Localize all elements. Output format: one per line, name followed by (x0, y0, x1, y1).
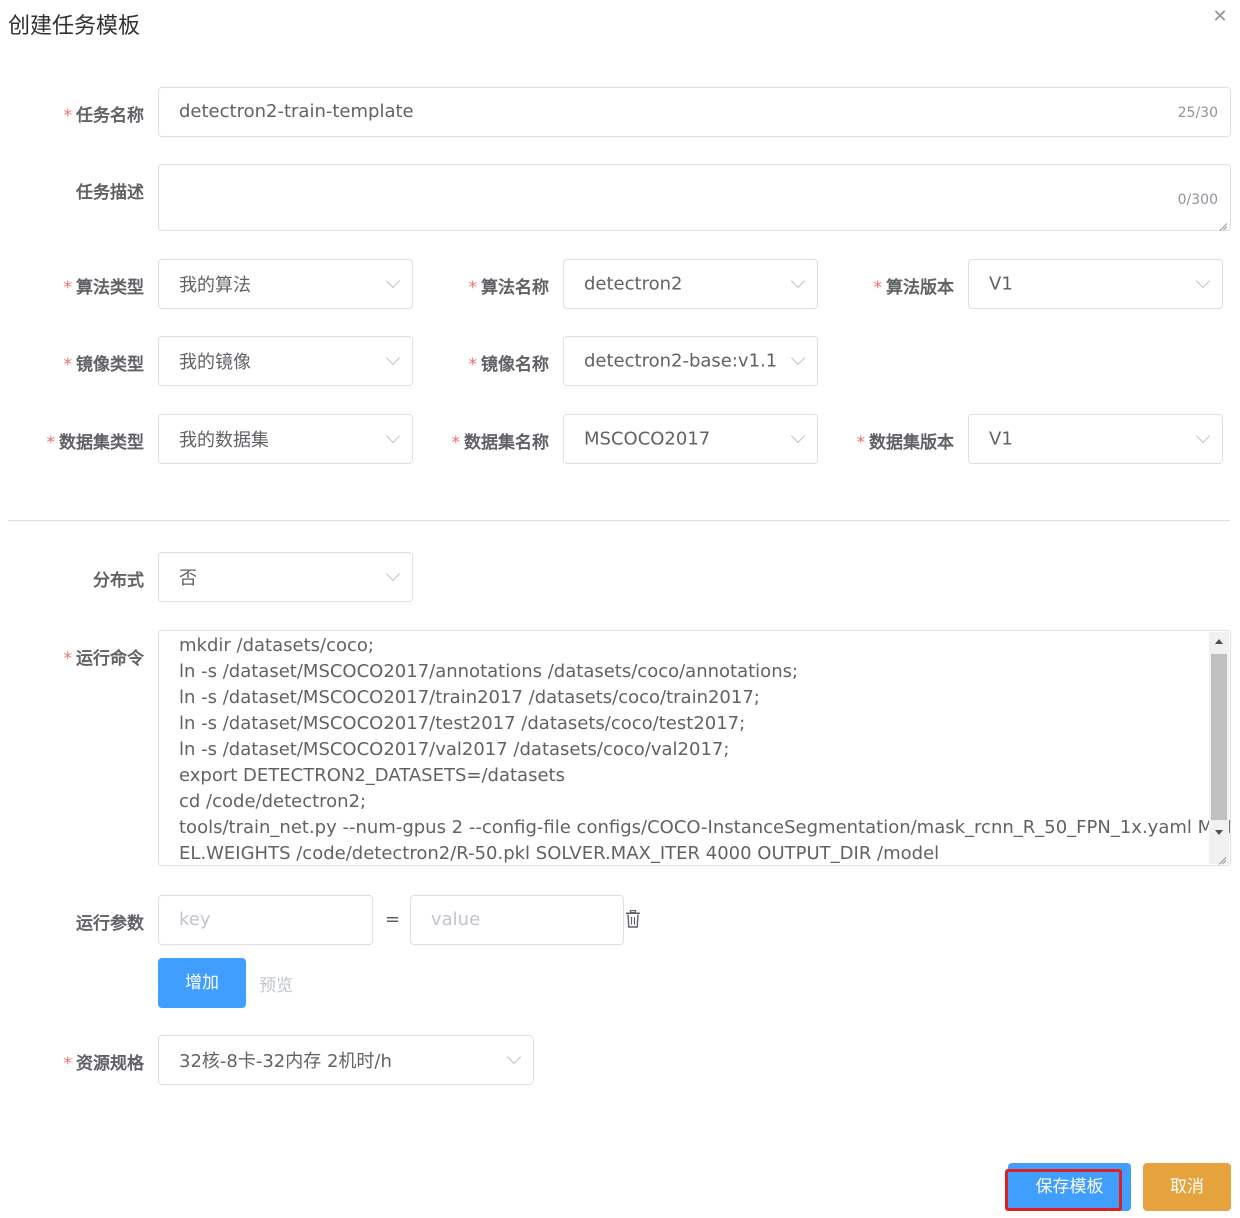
scroll-thumb[interactable] (1211, 654, 1227, 820)
task-desc-textarea[interactable]: 0/300 (158, 164, 1231, 231)
chevron-down-icon (385, 566, 401, 582)
command-line: ln -s /dataset/MSCOCO2017/val2017 /datas… (179, 739, 730, 760)
algo-version-select[interactable]: V1 (968, 259, 1223, 309)
command-line: tools/train_net.py --num-gpus 2 --config… (179, 817, 1231, 838)
chevron-down-icon (385, 428, 401, 444)
image-type-label: * 镜像类型 (63, 355, 145, 375)
preview-link[interactable]: 预览 (259, 971, 293, 996)
run-params-label: 运行参数 (76, 914, 144, 934)
algo-type-label: * 算法类型 (63, 278, 145, 298)
run-command-textarea[interactable]: mkdir /datasets/coco; ln -s /dataset/MSC… (158, 630, 1231, 866)
task-name-input[interactable]: detectron2-train-template 25/30 (158, 87, 1231, 137)
chevron-down-icon (1195, 428, 1211, 444)
command-line: mkdir /datasets/coco; (179, 635, 374, 656)
image-name-select[interactable]: detectron2-base:v1.1 (563, 336, 818, 386)
trash-icon[interactable] (625, 909, 641, 928)
algo-version-label: * 算法版本 (873, 278, 955, 298)
resize-handle[interactable] (1218, 218, 1228, 228)
chevron-down-icon (790, 273, 806, 289)
dataset-name-select[interactable]: MSCOCO2017 (563, 414, 818, 464)
run-command-label: * 运行命令 (63, 649, 145, 669)
section-divider (8, 520, 1230, 521)
dataset-version-label: * 数据集版本 (856, 433, 955, 453)
distributed-select[interactable]: 否 (158, 552, 413, 602)
dialog-title: 创建任务模板 (8, 14, 141, 39)
image-name-label: * 镜像名称 (468, 355, 550, 375)
command-line: export DETECTRON2_DATASETS=/datasets (179, 765, 565, 786)
save-template-button[interactable]: 保存模板 (1008, 1163, 1131, 1211)
image-type-select[interactable]: 我的镜像 (158, 336, 413, 386)
add-param-button[interactable]: 增加 (158, 958, 246, 1008)
chevron-down-icon (506, 1049, 522, 1065)
task-name-label: * 任务名称 (63, 106, 145, 126)
close-icon[interactable]: ✕ (1211, 8, 1229, 26)
chevron-down-icon (1195, 273, 1211, 289)
cancel-button[interactable]: 取消 (1143, 1163, 1231, 1211)
task-desc-counter: 0/300 (1177, 192, 1218, 208)
chevron-down-icon (385, 350, 401, 366)
task-desc-label: 任务描述 (76, 183, 144, 203)
dataset-type-select[interactable]: 我的数据集 (158, 414, 413, 464)
run-command-content: mkdir /datasets/coco; ln -s /dataset/MSC… (179, 633, 1231, 865)
scroll-down-arrow-icon[interactable] (1209, 823, 1229, 843)
task-name-value: detectron2-train-template (179, 101, 414, 122)
scroll-up-arrow-icon[interactable] (1209, 632, 1229, 652)
algo-name-label: * 算法名称 (468, 278, 550, 298)
param-key-input[interactable]: key (158, 895, 373, 945)
command-line: ln -s /dataset/MSCOCO2017/annotations /d… (179, 661, 799, 682)
chevron-down-icon (790, 428, 806, 444)
resize-handle[interactable] (1217, 852, 1227, 862)
dataset-name-label: * 数据集名称 (451, 433, 550, 453)
resource-spec-select[interactable]: 32核-8卡-32内存 2机时/h (158, 1035, 534, 1085)
task-name-counter: 25/30 (1177, 105, 1218, 121)
algo-name-select[interactable]: detectron2 (563, 259, 818, 309)
vertical-scrollbar[interactable] (1209, 632, 1229, 864)
command-line: ln -s /dataset/MSCOCO2017/test2017 /data… (179, 713, 746, 734)
equals-sign: = (385, 909, 401, 930)
param-value-input[interactable]: value (410, 895, 624, 945)
algo-type-select[interactable]: 我的算法 (158, 259, 413, 309)
command-line: ln -s /dataset/MSCOCO2017/train2017 /dat… (179, 687, 760, 708)
chevron-down-icon (790, 350, 806, 366)
command-line: EL.WEIGHTS /code/detectron2/R-50.pkl SOL… (179, 843, 940, 864)
dataset-version-select[interactable]: V1 (968, 414, 1223, 464)
dataset-type-label: * 数据集类型 (46, 433, 145, 453)
resource-spec-label: * 资源规格 (63, 1054, 145, 1074)
command-line: cd /code/detectron2; (179, 791, 367, 812)
chevron-down-icon (385, 273, 401, 289)
distributed-label: 分布式 (93, 571, 144, 591)
